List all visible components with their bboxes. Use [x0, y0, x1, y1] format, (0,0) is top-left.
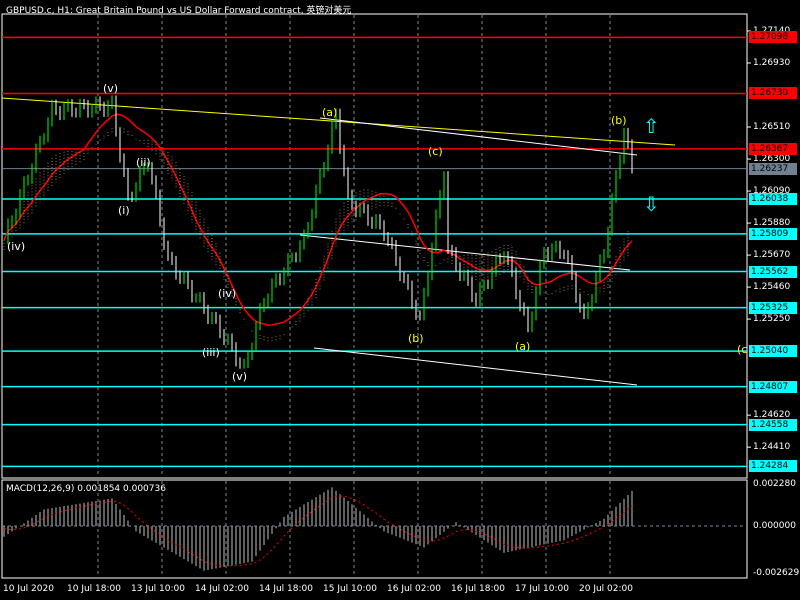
- wave-label: (b): [408, 332, 424, 345]
- time-axis-label: 14 Jul 02:00: [195, 584, 249, 594]
- price-axis-label: 1.25250: [753, 314, 791, 325]
- wave-label: (v): [232, 370, 248, 383]
- time-axis-label: 20 Jul 02:00: [579, 584, 633, 594]
- down-arrow-icon: ⇩: [643, 192, 660, 216]
- level-price-label: 1.25040: [749, 345, 797, 358]
- wave-label: (b): [611, 114, 627, 127]
- price-axis-label: 1.25460: [753, 282, 791, 293]
- level-price-label: 1.25809: [749, 227, 797, 240]
- wave-label: (iv): [7, 240, 26, 253]
- price-axis-label: 1.26930: [753, 58, 791, 68]
- price-axis-label: 1.25880: [753, 218, 791, 229]
- level-price-label: 1.24558: [749, 418, 797, 431]
- time-axis-label: 16 Jul 02:00: [387, 584, 441, 594]
- current-price-label: 1.26237: [749, 162, 797, 175]
- time-axis-label: 10 Jul 18:00: [67, 584, 121, 594]
- time-axis-label: 13 Jul 10:00: [131, 584, 185, 594]
- time-axis-label: 17 Jul 10:00: [515, 584, 569, 594]
- wave-label: (a): [322, 106, 338, 119]
- wave-label: (c): [428, 145, 443, 158]
- time-axis-label: 14 Jul 18:00: [259, 584, 313, 594]
- wave-label: (a): [515, 340, 531, 353]
- wave-label: (c: [737, 343, 748, 356]
- chart-title: GBPUSD.c, H1: Great Britain Pound vs US …: [6, 6, 352, 16]
- price-axis-label: 1.26510: [753, 122, 791, 133]
- level-price-label: 1.26367: [749, 142, 797, 155]
- price-axis-label: 1.25670: [753, 250, 791, 261]
- up-arrow-icon: ⇧: [643, 114, 660, 138]
- price-axis-label: 1.24410: [753, 442, 791, 453]
- wave-label: (i): [118, 204, 130, 217]
- time-axis-label: 10 Jul 2020: [3, 584, 54, 594]
- wave-label: (v): [103, 82, 119, 95]
- level-price-label: 1.27098: [749, 31, 797, 44]
- level-price-label: 1.26038: [749, 192, 797, 205]
- macd-axis-label: 0.000000: [753, 521, 796, 531]
- wave-label: (ii): [136, 156, 151, 169]
- trend-line: [299, 234, 631, 271]
- time-axis-label: 16 Jul 18:00: [451, 584, 505, 594]
- level-price-label: 1.26730: [749, 87, 797, 100]
- chart-canvas[interactable]: [0, 0, 800, 600]
- macd-pane-frame: [1, 479, 748, 579]
- level-price-label: 1.25562: [749, 265, 797, 278]
- macd-axis-label: 0.002280: [753, 479, 796, 489]
- macd-axis-label: -0.002629: [753, 568, 800, 578]
- level-price-label: 1.25325: [749, 301, 797, 314]
- trend-line: [313, 347, 638, 386]
- wave-label: (iii): [202, 346, 220, 359]
- time-axis-label: 15 Jul 10:00: [323, 584, 377, 594]
- wave-label: (iv): [218, 287, 237, 300]
- trend-line: [1, 97, 676, 146]
- macd-title: MACD(12,26,9) 0.001854 0.000736: [6, 484, 166, 494]
- level-price-label: 1.24807: [749, 380, 797, 393]
- level-price-label: 1.24284: [749, 460, 797, 473]
